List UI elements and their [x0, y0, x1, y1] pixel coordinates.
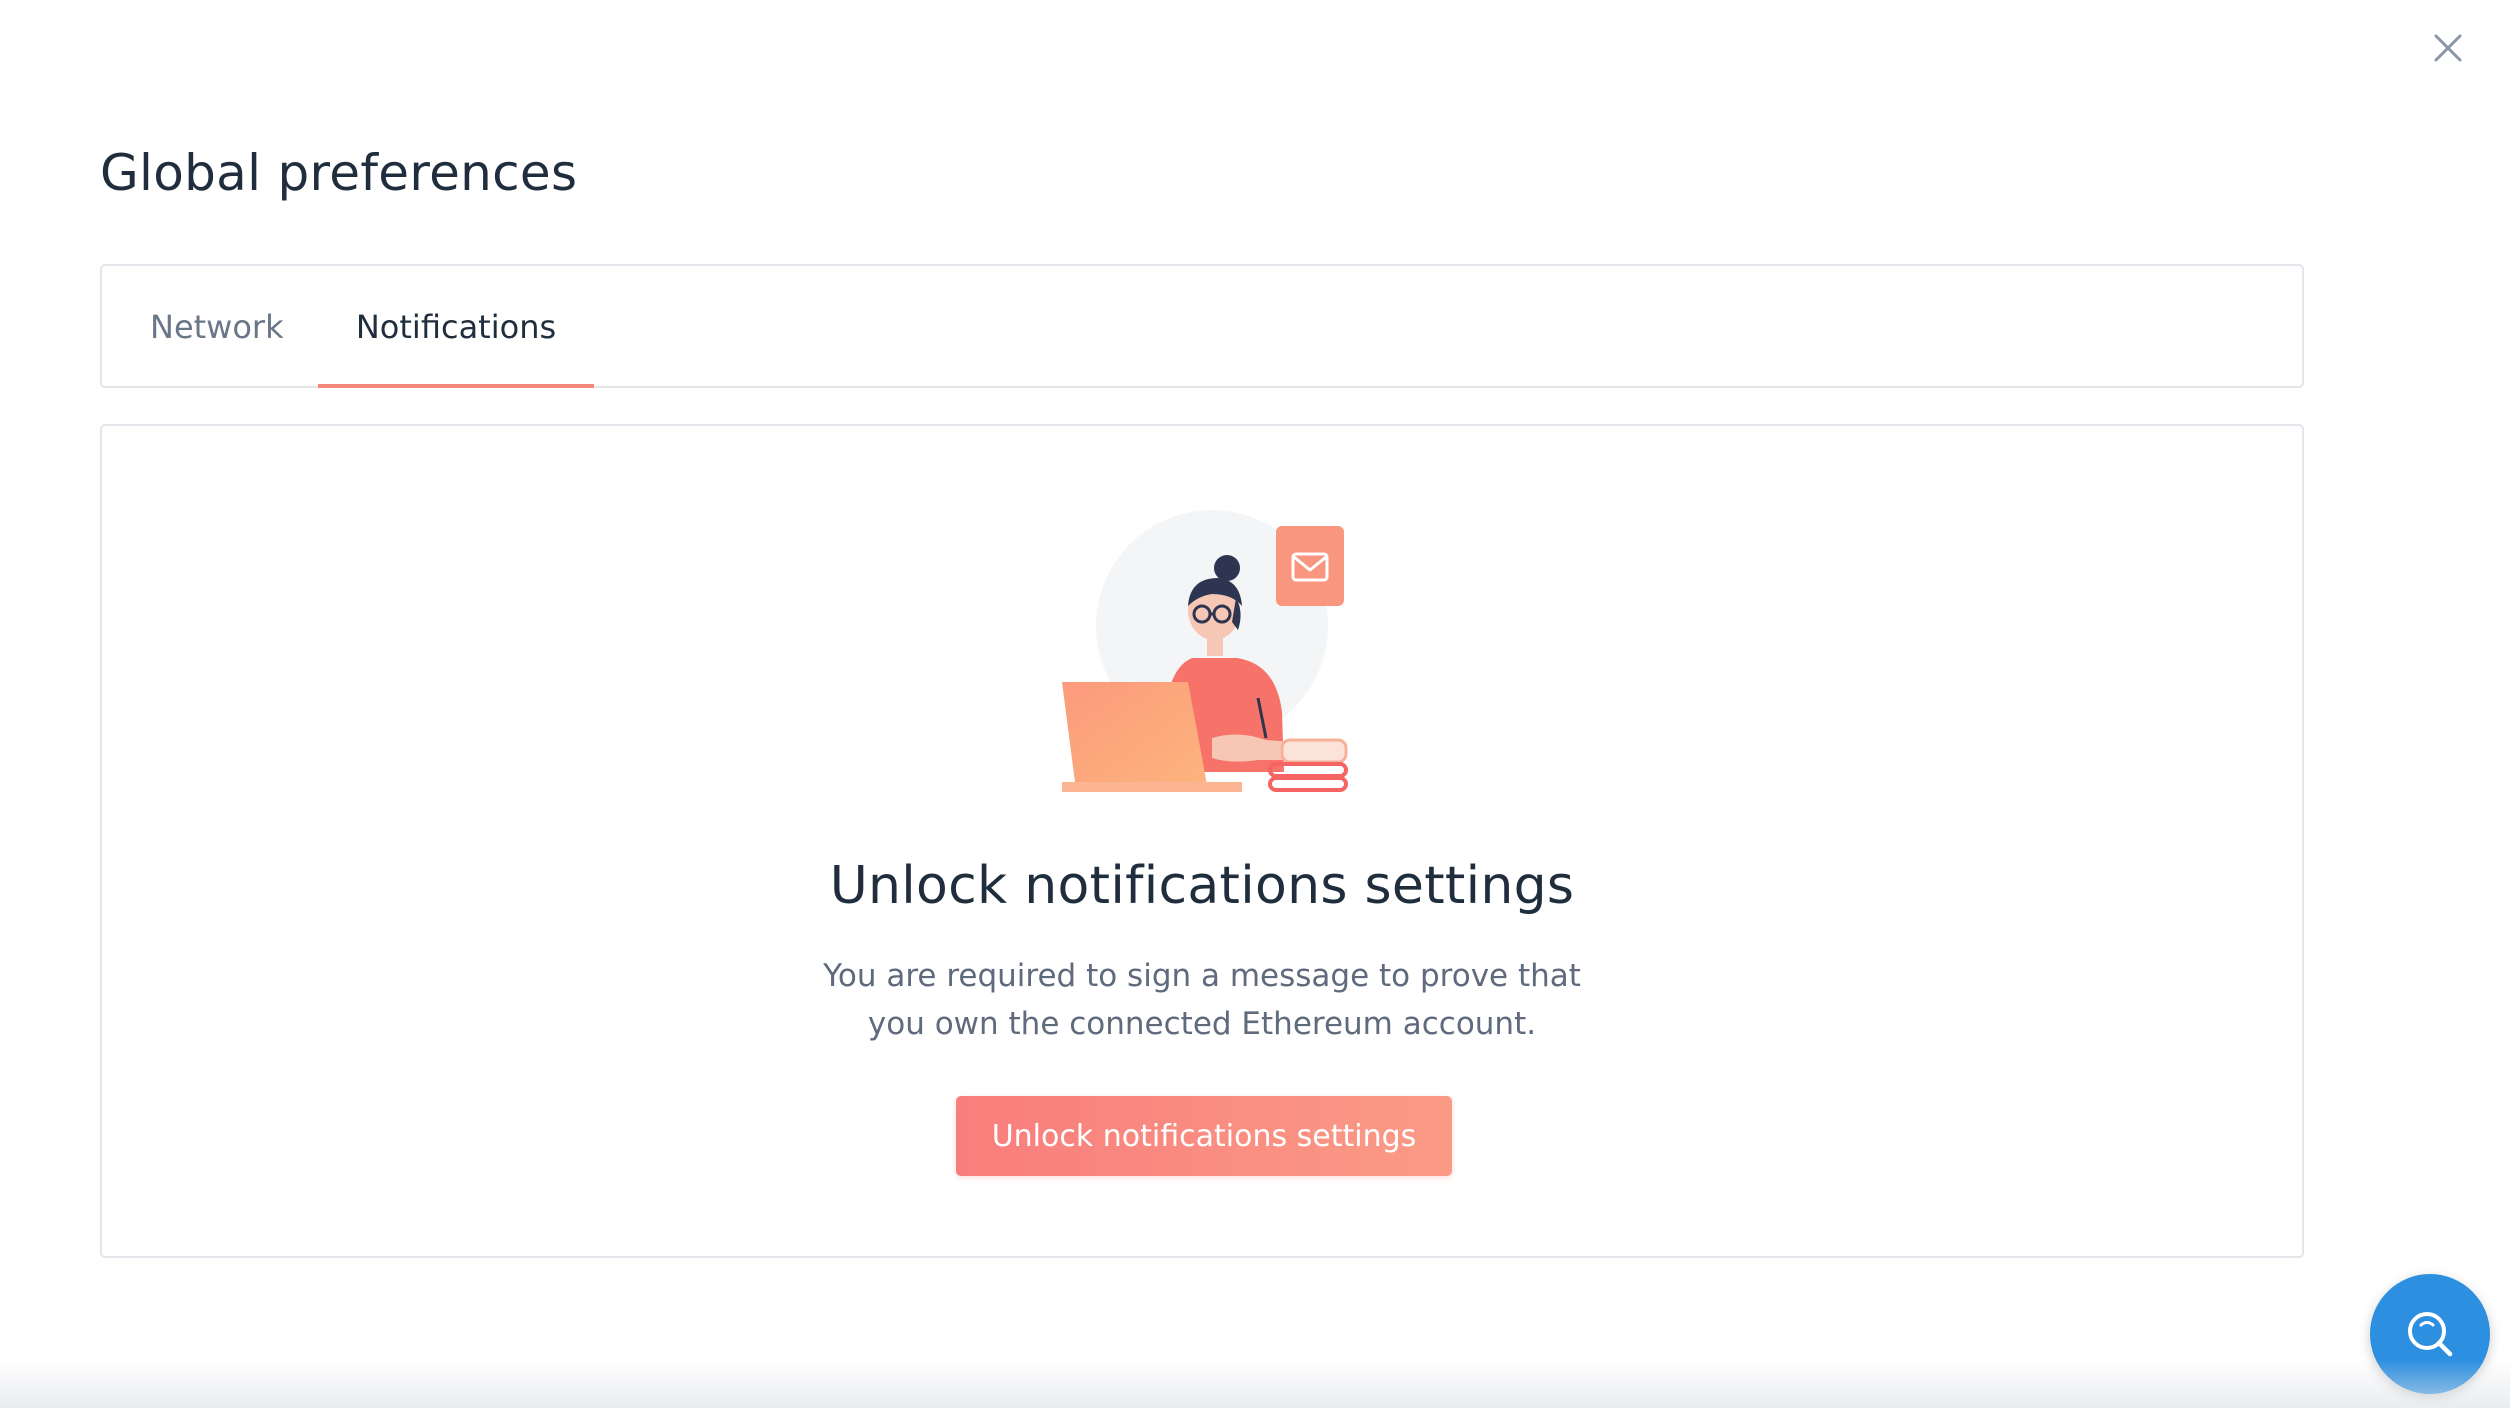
unlock-notifications-button[interactable]: Unlock notifications settings — [956, 1096, 1452, 1176]
tab-notifications[interactable]: Notifications — [318, 266, 594, 388]
close-icon[interactable] — [2428, 28, 2468, 68]
unlock-description: You are required to sign a message to pr… — [823, 958, 1581, 1042]
unlock-heading: Unlock notifications settings — [829, 856, 1575, 916]
person-at-laptop-with-mail-illustration — [1062, 502, 1382, 792]
bottom-shadow — [0, 1360, 2510, 1408]
tab-bar: Network Notifications — [100, 264, 2304, 388]
global-preferences-page: Global preferences Network Notifications — [0, 0, 2510, 1408]
page-title: Global preferences — [100, 144, 578, 202]
help-chat-button[interactable] — [2370, 1274, 2490, 1394]
tab-network[interactable]: Network — [150, 266, 284, 388]
search-chat-icon — [2408, 1312, 2453, 1357]
notifications-panel: Unlock notifications settings You are re… — [100, 424, 2304, 1258]
